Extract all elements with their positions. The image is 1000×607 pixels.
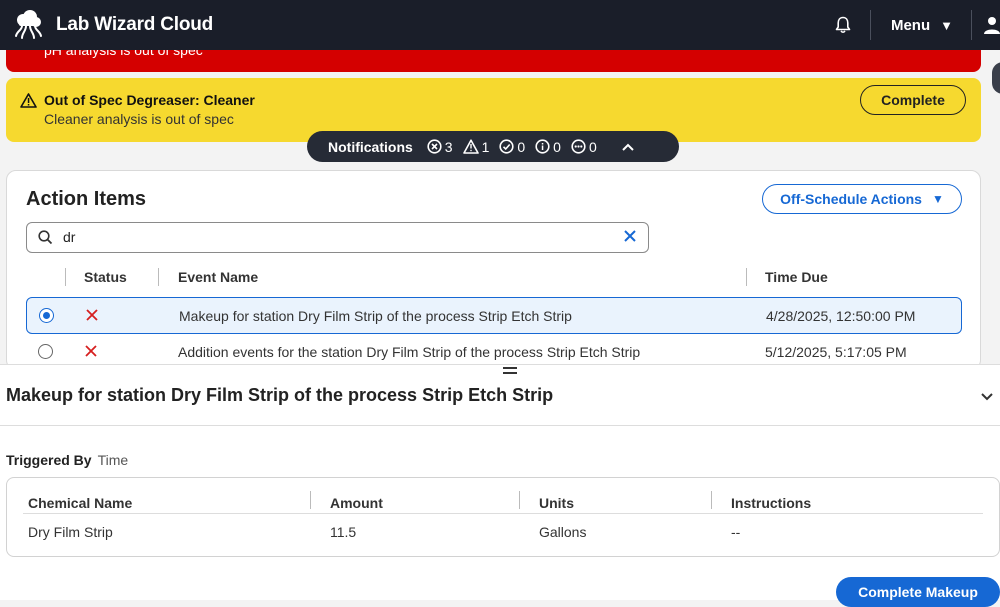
column-divider bbox=[310, 491, 311, 509]
alert-title: Out of Spec Degreaser: Cleaner bbox=[44, 92, 255, 108]
x-status-icon bbox=[84, 307, 100, 326]
column-header-amount: Amount bbox=[330, 495, 383, 511]
detail-title: Makeup for station Dry Film Strip of the… bbox=[6, 385, 554, 405]
chemical-table: Chemical Name Amount Units Instructions … bbox=[6, 477, 1000, 557]
off-schedule-actions-button[interactable]: Off-Schedule Actions ▼ bbox=[762, 184, 962, 214]
alert-message: Cleaner analysis is out of spec bbox=[44, 111, 234, 127]
search-box[interactable] bbox=[26, 222, 649, 253]
column-header-time-due[interactable]: Time Due bbox=[765, 269, 828, 285]
event-name: Makeup for station Dry Film Strip of the… bbox=[179, 308, 572, 324]
menu-label: Menu bbox=[890, 16, 931, 34]
chevron-down-icon[interactable] bbox=[980, 389, 994, 407]
units-cell: Gallons bbox=[539, 524, 587, 540]
table-header: Status Event Name Time Due bbox=[7, 268, 980, 288]
more-circle-icon bbox=[571, 139, 586, 154]
column-divider bbox=[65, 268, 66, 286]
bell-icon[interactable] bbox=[832, 14, 854, 36]
column-divider bbox=[711, 491, 712, 509]
microscope-cloud-icon bbox=[12, 9, 44, 41]
notifications-label: Notifications bbox=[328, 138, 413, 155]
other-count[interactable]: 0 bbox=[571, 139, 597, 155]
chemical-name-cell: Dry Film Strip bbox=[28, 524, 113, 540]
column-divider bbox=[746, 268, 747, 286]
row-radio[interactable] bbox=[39, 308, 54, 323]
divider bbox=[23, 513, 983, 514]
error-count[interactable]: 3 bbox=[427, 139, 453, 155]
notifications-bar[interactable]: Notifications 3 1 0 0 0 bbox=[307, 131, 679, 162]
success-count[interactable]: 0 bbox=[499, 139, 525, 155]
complete-makeup-button[interactable]: Complete Makeup bbox=[836, 577, 1000, 607]
app-title: Lab Wizard Cloud bbox=[56, 14, 214, 35]
time-due: 4/28/2025, 12:50:00 PM bbox=[766, 308, 916, 324]
chevron-up-icon[interactable] bbox=[621, 142, 635, 152]
warning-icon bbox=[20, 93, 37, 113]
column-header-status[interactable]: Status bbox=[84, 269, 127, 285]
error-circle-icon bbox=[427, 139, 442, 154]
warning-icon bbox=[462, 139, 479, 154]
resize-handle[interactable] bbox=[503, 367, 517, 375]
table-row[interactable]: Makeup for station Dry Film Strip of the… bbox=[26, 297, 962, 334]
action-items-card: Action Items Off-Schedule Actions ▼ Stat… bbox=[6, 170, 981, 370]
triggered-by-value: Time bbox=[97, 452, 129, 468]
column-header-chemical-name: Chemical Name bbox=[28, 495, 133, 511]
top-bar: Lab Wizard Cloud Menu ▼ bbox=[0, 0, 1000, 50]
warning-count[interactable]: 1 bbox=[462, 139, 489, 155]
info-circle-icon bbox=[535, 139, 550, 154]
row-radio[interactable] bbox=[38, 344, 53, 359]
time-due: 5/12/2025, 5:17:05 PM bbox=[765, 344, 907, 360]
triggered-by: Triggered By Time bbox=[6, 452, 128, 468]
search-icon bbox=[38, 230, 53, 250]
column-divider bbox=[519, 491, 520, 509]
amount-cell: 11.5 bbox=[330, 524, 357, 540]
x-status-icon bbox=[83, 343, 99, 362]
complete-button[interactable]: Complete bbox=[860, 85, 966, 115]
caret-down-icon: ▼ bbox=[931, 192, 944, 206]
info-count[interactable]: 0 bbox=[535, 139, 561, 155]
check-circle-icon bbox=[499, 139, 514, 154]
column-header-instructions: Instructions bbox=[731, 495, 812, 511]
detail-panel: Makeup for station Dry Film Strip of the… bbox=[0, 364, 1000, 607]
column-header-units: Units bbox=[539, 495, 574, 511]
close-icon[interactable] bbox=[622, 228, 638, 249]
triggered-by-label: Triggered By bbox=[6, 452, 92, 468]
event-name: Addition events for the station Dry Film… bbox=[178, 344, 641, 360]
brand[interactable]: Lab Wizard Cloud bbox=[12, 9, 213, 41]
column-divider bbox=[158, 268, 159, 286]
user-icon[interactable] bbox=[972, 0, 1000, 50]
column-header-event-name[interactable]: Event Name bbox=[178, 269, 258, 285]
menu-button[interactable]: Menu ▼ bbox=[871, 17, 971, 34]
action-items-title: Action Items bbox=[26, 188, 147, 210]
side-toggle[interactable] bbox=[992, 62, 1000, 94]
caret-down-icon: ▼ bbox=[940, 17, 953, 33]
divider bbox=[0, 425, 1000, 426]
search-input[interactable] bbox=[61, 227, 601, 247]
instructions-cell: -- bbox=[731, 524, 741, 540]
